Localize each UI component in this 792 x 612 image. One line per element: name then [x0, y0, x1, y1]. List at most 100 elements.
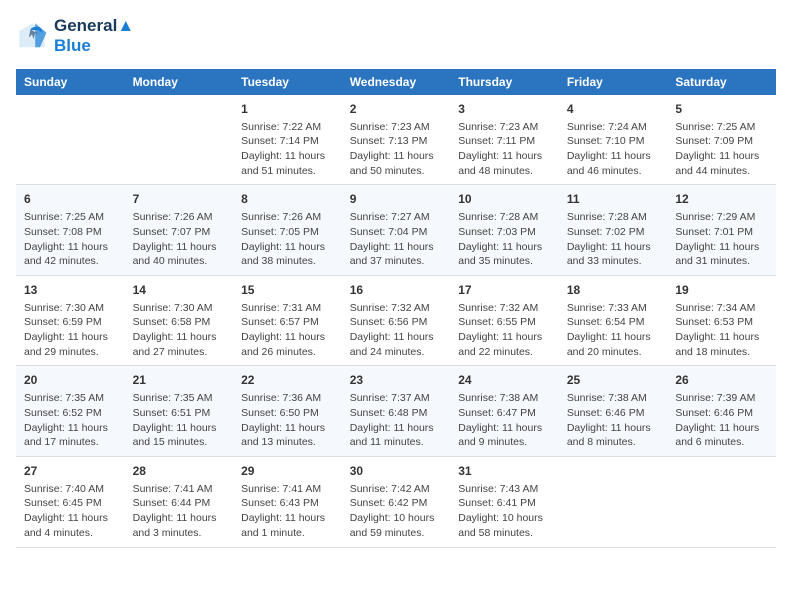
day-number: 7 [133, 191, 226, 208]
calendar-cell: 19 Sunrise: 7:34 AM Sunset: 6:53 PM Dayli… [667, 275, 776, 366]
day-info: Sunrise: 7:40 AM Sunset: 6:45 PM Dayligh… [24, 482, 117, 541]
day-number: 13 [24, 282, 117, 299]
calendar-cell: 29 Sunrise: 7:41 AM Sunset: 6:43 PM Dayli… [233, 456, 342, 547]
page-header: General▲ Blue [16, 16, 776, 57]
calendar-cell: 4 Sunrise: 7:24 AM Sunset: 7:10 PM Daylig… [559, 95, 668, 185]
weekday-header-wednesday: Wednesday [342, 69, 451, 95]
calendar-cell: 11 Sunrise: 7:28 AM Sunset: 7:02 PM Dayli… [559, 185, 668, 276]
day-info: Sunrise: 7:38 AM Sunset: 6:46 PM Dayligh… [567, 391, 660, 450]
day-number: 19 [675, 282, 768, 299]
day-info: Sunrise: 7:25 AM Sunset: 7:08 PM Dayligh… [24, 210, 117, 269]
day-number: 10 [458, 191, 551, 208]
calendar-cell: 6 Sunrise: 7:25 AM Sunset: 7:08 PM Daylig… [16, 185, 125, 276]
calendar-cell: 16 Sunrise: 7:32 AM Sunset: 6:56 PM Dayli… [342, 275, 451, 366]
day-info: Sunrise: 7:41 AM Sunset: 6:44 PM Dayligh… [133, 482, 226, 541]
day-info: Sunrise: 7:29 AM Sunset: 7:01 PM Dayligh… [675, 210, 768, 269]
day-number: 16 [350, 282, 443, 299]
day-number: 6 [24, 191, 117, 208]
day-number: 26 [675, 372, 768, 389]
day-info: Sunrise: 7:25 AM Sunset: 7:09 PM Dayligh… [675, 120, 768, 179]
calendar-cell: 10 Sunrise: 7:28 AM Sunset: 7:03 PM Dayli… [450, 185, 559, 276]
day-info: Sunrise: 7:35 AM Sunset: 6:52 PM Dayligh… [24, 391, 117, 450]
calendar-cell: 5 Sunrise: 7:25 AM Sunset: 7:09 PM Daylig… [667, 95, 776, 185]
calendar-table: SundayMondayTuesdayWednesdayThursdayFrid… [16, 69, 776, 548]
day-info: Sunrise: 7:28 AM Sunset: 7:02 PM Dayligh… [567, 210, 660, 269]
day-info: Sunrise: 7:31 AM Sunset: 6:57 PM Dayligh… [241, 301, 334, 360]
day-number: 14 [133, 282, 226, 299]
day-info: Sunrise: 7:38 AM Sunset: 6:47 PM Dayligh… [458, 391, 551, 450]
day-info: Sunrise: 7:23 AM Sunset: 7:11 PM Dayligh… [458, 120, 551, 179]
day-number: 17 [458, 282, 551, 299]
day-number: 22 [241, 372, 334, 389]
day-number: 30 [350, 463, 443, 480]
week-row-5: 27 Sunrise: 7:40 AM Sunset: 6:45 PM Dayli… [16, 456, 776, 547]
calendar-cell: 23 Sunrise: 7:37 AM Sunset: 6:48 PM Dayli… [342, 366, 451, 457]
calendar-cell [667, 456, 776, 547]
weekday-header-row: SundayMondayTuesdayWednesdayThursdayFrid… [16, 69, 776, 95]
weekday-header-thursday: Thursday [450, 69, 559, 95]
calendar-cell: 28 Sunrise: 7:41 AM Sunset: 6:44 PM Dayli… [125, 456, 234, 547]
weekday-header-sunday: Sunday [16, 69, 125, 95]
week-row-1: 1Sunrise: 7:22 AM Sunset: 7:14 PM Daylig… [16, 95, 776, 185]
day-number: 20 [24, 372, 117, 389]
day-number: 31 [458, 463, 551, 480]
day-info: Sunrise: 7:34 AM Sunset: 6:53 PM Dayligh… [675, 301, 768, 360]
calendar-cell: 26 Sunrise: 7:39 AM Sunset: 6:46 PM Dayli… [667, 366, 776, 457]
day-info: Sunrise: 7:42 AM Sunset: 6:42 PM Dayligh… [350, 482, 443, 541]
day-number: 29 [241, 463, 334, 480]
day-info: Sunrise: 7:22 AM Sunset: 7:14 PM Dayligh… [241, 120, 334, 179]
day-info: Sunrise: 7:32 AM Sunset: 6:56 PM Dayligh… [350, 301, 443, 360]
calendar-cell [559, 456, 668, 547]
day-number: 25 [567, 372, 660, 389]
day-number: 3 [458, 101, 551, 118]
calendar-cell [125, 95, 234, 185]
calendar-cell: 12Sunrise: 7:29 AM Sunset: 7:01 PM Dayli… [667, 185, 776, 276]
day-number: 4 [567, 101, 660, 118]
calendar-cell: 3 Sunrise: 7:23 AM Sunset: 7:11 PM Daylig… [450, 95, 559, 185]
day-info: Sunrise: 7:24 AM Sunset: 7:10 PM Dayligh… [567, 120, 660, 179]
calendar-cell: 17 Sunrise: 7:32 AM Sunset: 6:55 PM Dayli… [450, 275, 559, 366]
week-row-3: 13 Sunrise: 7:30 AM Sunset: 6:59 PM Dayli… [16, 275, 776, 366]
calendar-cell: 2Sunrise: 7:23 AM Sunset: 7:13 PM Daylig… [342, 95, 451, 185]
day-info: Sunrise: 7:28 AM Sunset: 7:03 PM Dayligh… [458, 210, 551, 269]
day-info: Sunrise: 7:30 AM Sunset: 6:59 PM Dayligh… [24, 301, 117, 360]
day-info: Sunrise: 7:33 AM Sunset: 6:54 PM Dayligh… [567, 301, 660, 360]
calendar-cell: 27 Sunrise: 7:40 AM Sunset: 6:45 PM Dayli… [16, 456, 125, 547]
day-info: Sunrise: 7:39 AM Sunset: 6:46 PM Dayligh… [675, 391, 768, 450]
day-info: Sunrise: 7:41 AM Sunset: 6:43 PM Dayligh… [241, 482, 334, 541]
day-info: Sunrise: 7:36 AM Sunset: 6:50 PM Dayligh… [241, 391, 334, 450]
weekday-header-friday: Friday [559, 69, 668, 95]
calendar-cell: 8 Sunrise: 7:26 AM Sunset: 7:05 PM Daylig… [233, 185, 342, 276]
calendar-cell: 9 Sunrise: 7:27 AM Sunset: 7:04 PM Daylig… [342, 185, 451, 276]
calendar-cell: 13 Sunrise: 7:30 AM Sunset: 6:59 PM Dayli… [16, 275, 125, 366]
day-info: Sunrise: 7:37 AM Sunset: 6:48 PM Dayligh… [350, 391, 443, 450]
day-number: 8 [241, 191, 334, 208]
calendar-cell: 20 Sunrise: 7:35 AM Sunset: 6:52 PM Dayli… [16, 366, 125, 457]
calendar-cell: 7 Sunrise: 7:26 AM Sunset: 7:07 PM Daylig… [125, 185, 234, 276]
calendar-cell [16, 95, 125, 185]
day-info: Sunrise: 7:26 AM Sunset: 7:05 PM Dayligh… [241, 210, 334, 269]
calendar-cell: 14 Sunrise: 7:30 AM Sunset: 6:58 PM Dayli… [125, 275, 234, 366]
calendar-cell: 22 Sunrise: 7:36 AM Sunset: 6:50 PM Dayli… [233, 366, 342, 457]
day-number: 9 [350, 191, 443, 208]
day-number: 18 [567, 282, 660, 299]
calendar-cell: 18 Sunrise: 7:33 AM Sunset: 6:54 PM Dayli… [559, 275, 668, 366]
day-info: Sunrise: 7:23 AM Sunset: 7:13 PM Dayligh… [350, 120, 443, 179]
day-info: Sunrise: 7:30 AM Sunset: 6:58 PM Dayligh… [133, 301, 226, 360]
calendar-cell: 15Sunrise: 7:31 AM Sunset: 6:57 PM Dayli… [233, 275, 342, 366]
day-number: 5 [675, 101, 768, 118]
weekday-header-tuesday: Tuesday [233, 69, 342, 95]
week-row-4: 20 Sunrise: 7:35 AM Sunset: 6:52 PM Dayli… [16, 366, 776, 457]
day-number: 28 [133, 463, 226, 480]
logo: General▲ Blue [16, 16, 134, 57]
day-info: Sunrise: 7:32 AM Sunset: 6:55 PM Dayligh… [458, 301, 551, 360]
weekday-header-saturday: Saturday [667, 69, 776, 95]
day-number: 27 [24, 463, 117, 480]
day-info: Sunrise: 7:27 AM Sunset: 7:04 PM Dayligh… [350, 210, 443, 269]
calendar-cell: 21Sunrise: 7:35 AM Sunset: 6:51 PM Dayli… [125, 366, 234, 457]
day-number: 23 [350, 372, 443, 389]
logo-icon [16, 20, 48, 52]
day-info: Sunrise: 7:26 AM Sunset: 7:07 PM Dayligh… [133, 210, 226, 269]
day-number: 11 [567, 191, 660, 208]
day-info: Sunrise: 7:35 AM Sunset: 6:51 PM Dayligh… [133, 391, 226, 450]
